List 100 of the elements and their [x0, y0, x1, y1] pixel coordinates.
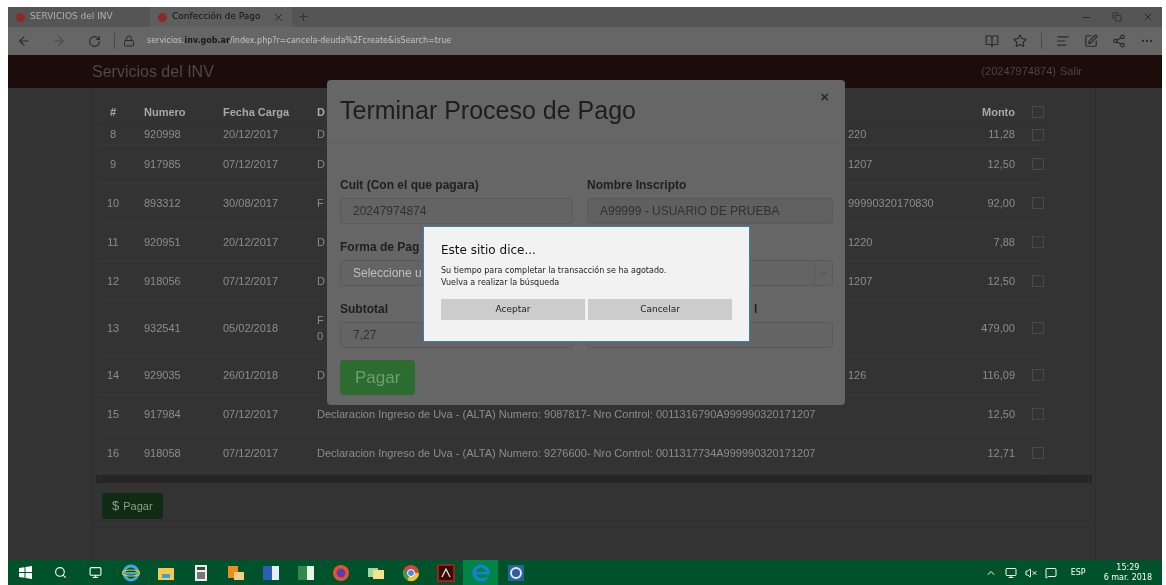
- field-label: l: [754, 301, 758, 318]
- restore-icon[interactable]: [1112, 12, 1122, 22]
- lines-icon[interactable]: [1056, 34, 1070, 48]
- close-icon[interactable]: [273, 11, 284, 23]
- table-cell-text: 1207: [848, 273, 873, 289]
- table-cell-text: 12,71: [986, 445, 1015, 461]
- table-cell-text: 05/02/2018: [222, 320, 280, 336]
- table-cell-text: 9: [108, 156, 118, 172]
- alert-message: Su tiempo para completar la transacción se ha agotado.: [441, 265, 668, 277]
- table-cell-text: 220: [848, 127, 867, 143]
- table-cell-text: 07/12/2017: [222, 445, 280, 461]
- language-indicator[interactable]: ESP: [1070, 566, 1086, 579]
- site-logo-icon: [158, 12, 167, 22]
- field-label: Nombre Inscripto: [587, 177, 687, 194]
- table-cell-text: 26/01/2018: [222, 367, 280, 383]
- table-cell-text: 92,00: [986, 195, 1015, 211]
- column-header: Fecha Carga: [222, 104, 291, 120]
- table-cell-text: 20/12/2017: [222, 234, 280, 250]
- browser-tab[interactable]: Confección de Pago: [150, 7, 292, 27]
- notifications-icon[interactable]: [1044, 566, 1057, 579]
- clock-date[interactable]: 6 mar. 2018: [1103, 572, 1152, 583]
- alert-message: Vuelva a realizar la búsqueda: [441, 277, 561, 289]
- table-cell-text: 11: [106, 234, 120, 250]
- table-cell-text: 8: [108, 127, 118, 143]
- table-cell-text: 1207: [848, 156, 873, 172]
- table-cell-text: 479,00: [980, 320, 1015, 336]
- select-placeholder: Seleccione u: [353, 265, 422, 282]
- column-header: #: [108, 104, 118, 120]
- table-cell-text: 12,50: [986, 273, 1015, 289]
- table-cell-text: 12,50: [986, 406, 1015, 422]
- submit-button[interactable]: Pagar: [340, 360, 416, 395]
- tab-title: Confección de Pago: [172, 10, 261, 24]
- table-cell-text: 07/12/2017: [222, 156, 280, 172]
- table-cell-text: 116,09: [981, 367, 1015, 383]
- close-icon[interactable]: [1142, 11, 1154, 23]
- field-label: Cuit (Con el que pagara): [340, 177, 479, 194]
- pen-icon[interactable]: [1084, 34, 1098, 48]
- table-cell-text: 917985: [143, 156, 182, 172]
- table-cell-text: 929035: [143, 367, 182, 383]
- table-cell-text: 15: [105, 406, 121, 422]
- table-cell-text: Declaracion Ingreso de Uva - (ALTA) Numero: 9276600- Nro Control: 0011317734A999990320171207: [317, 445, 816, 461]
- column-header: Monto: [981, 104, 1015, 120]
- table-cell-text: D: [317, 234, 325, 250]
- muted-speaker-icon[interactable]: [1024, 566, 1037, 579]
- refresh-icon[interactable]: [88, 34, 101, 48]
- forward-icon[interactable]: [52, 34, 66, 48]
- table-cell-text: 30/08/2017: [222, 195, 280, 211]
- table-cell-text: 11,28: [987, 127, 1015, 143]
- field-label: Forma de Pag: [340, 239, 420, 256]
- table-cell-text: 20/12/2017: [222, 127, 280, 143]
- url-text[interactable]: servicios.inv.gob.ar/index.php?r=cancela-deuda%2Fcreate&isSearch=true: [147, 35, 452, 47]
- table-cell-text: F: [317, 312, 324, 328]
- column-header: D: [317, 104, 325, 120]
- search-icon[interactable]: [54, 566, 67, 579]
- table-cell-text: 932541: [143, 320, 182, 336]
- close-button[interactable]: ×: [820, 86, 829, 109]
- table-cell-text: 0: [317, 329, 324, 344]
- table-cell-text: F: [317, 195, 324, 211]
- table-cell-text: 07/12/2017: [222, 273, 280, 289]
- table-cell-text: 07/12/2017: [222, 406, 280, 422]
- table-cell-text: 893312: [143, 195, 182, 211]
- windows-start-icon[interactable]: [19, 566, 32, 579]
- table-cell-text: 12,50: [986, 156, 1015, 172]
- table-cell-text: 16: [105, 445, 121, 461]
- table-cell-text: D: [317, 273, 325, 289]
- clock-time[interactable]: 15:29: [1116, 562, 1140, 573]
- table-cell-text: 918058: [143, 445, 182, 461]
- star-icon[interactable]: [1013, 34, 1027, 48]
- table-cell-text: Declaracion Ingreso de Uva - (ALTA) Numero: 9087817- Nro Control: 0011316790A999990320171207: [317, 406, 816, 422]
- table-cell-text: 12: [105, 273, 121, 289]
- table-cell-text: 14: [105, 367, 121, 383]
- table-cell-text: 920998: [143, 127, 182, 143]
- table-cell-text: 13: [105, 320, 121, 336]
- table-cell-text: 918056: [143, 273, 182, 289]
- table-cell-text: 99990320170830: [848, 195, 934, 211]
- back-icon[interactable]: [17, 34, 31, 48]
- pay-button[interactable]: $ Pagar: [102, 493, 163, 519]
- table-cell-text: 10: [105, 195, 121, 211]
- lock-icon: [123, 35, 135, 47]
- table-cell-text: D: [317, 156, 325, 172]
- table-cell-text: 920951: [143, 234, 182, 250]
- user-id: (20247974874): [981, 64, 1056, 80]
- site-brand[interactable]: Servicios del INV: [92, 59, 214, 84]
- column-header: Numero: [143, 104, 187, 120]
- site-logo-icon: [16, 12, 25, 22]
- share-icon[interactable]: [1112, 34, 1126, 48]
- table-cell-text: D: [317, 127, 325, 143]
- book-icon[interactable]: [985, 34, 999, 48]
- round-logo-icon: [401, 563, 420, 582]
- table-cell-text: D: [317, 367, 325, 383]
- tab-title: SERVICIOS del INV: [30, 10, 113, 24]
- table-cell-text: 917984: [143, 406, 182, 422]
- table-cell-text: 7,88: [992, 234, 1015, 250]
- table-cell-text: 126: [848, 367, 867, 383]
- dialog-button[interactable]: Aceptar: [441, 299, 585, 320]
- alert-title: Este sitio dice...: [441, 242, 537, 259]
- field-label: Subtotal: [340, 301, 388, 318]
- dialog-button[interactable]: Cancelar: [588, 299, 732, 320]
- table-cell-text: 1220: [848, 234, 873, 250]
- modal-title: Terminar Proceso de Pago: [340, 95, 636, 127]
